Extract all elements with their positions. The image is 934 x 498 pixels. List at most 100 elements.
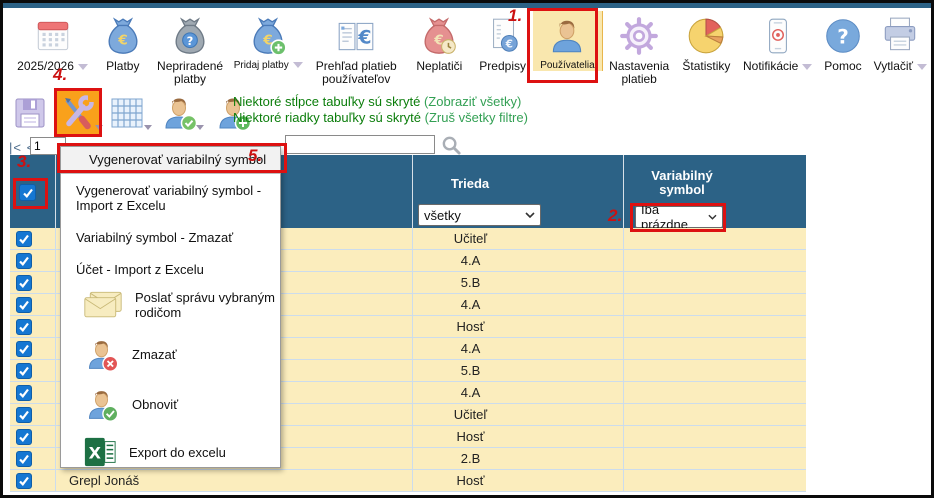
tools-menu-button[interactable] <box>57 91 99 134</box>
toolbar-item-pouzivatelia[interactable]: Používatelia <box>533 11 602 71</box>
menu-item-zmazat[interactable]: Zmazať <box>61 336 280 373</box>
first-page-button[interactable]: |< <box>9 140 22 155</box>
row-variabilny-symbol <box>623 316 806 337</box>
row-name: Grepl Jonáš <box>55 470 412 491</box>
row-trieda: 5.B <box>412 360 623 381</box>
row-trieda: Hosť <box>412 470 623 491</box>
row-checkbox[interactable] <box>16 451 32 467</box>
chevron-down-icon <box>78 64 88 70</box>
chevron-down-icon <box>917 64 927 70</box>
envelope-icon <box>83 290 123 320</box>
row-trieda: Hosť <box>412 316 623 337</box>
toolbar-item-prehlad-platieb[interactable]: € Prehľad platieb používateľov <box>308 11 405 86</box>
menu-item-poslat-spravu[interactable]: Poslať správu vybraným rodičom <box>61 290 280 320</box>
row-trieda: 5.B <box>412 272 623 293</box>
hidden-columns-text: Niektoré stĺpce tabuľky sú skryté <box>233 94 420 109</box>
toolbar-item-predpisy[interactable]: € Predpisy <box>474 11 531 73</box>
row-trieda: Učiteľ <box>412 404 623 425</box>
row-checkbox[interactable] <box>16 363 32 379</box>
menu-item-vygenerovat-vs[interactable]: Vygenerovať variabilný symbol <box>61 147 280 174</box>
select-all-checkbox[interactable] <box>19 184 36 201</box>
row-checkbox[interactable] <box>16 297 32 313</box>
column-header-variabilny-symbol[interactable]: Variabilný symbol <box>623 169 806 197</box>
person-icon <box>546 13 588 59</box>
row-checkbox[interactable] <box>16 231 32 247</box>
row-variabilny-symbol <box>623 294 806 315</box>
app-window: € 2025/2026 Platby ? <box>0 0 934 498</box>
toolbar-item-school-year[interactable]: 2025/2026 <box>11 11 94 73</box>
toolbar-item-statistiky[interactable]: Štatistiky <box>676 11 737 73</box>
moneybag-overdue-icon <box>418 13 460 59</box>
svg-text:€: € <box>358 26 372 48</box>
user-status-button[interactable] <box>158 91 200 134</box>
trieda-filter-select[interactable]: všetky <box>418 204 541 226</box>
search-input[interactable] <box>285 135 435 154</box>
row-checkbox[interactable] <box>16 407 32 423</box>
menu-item-vygenerovat-vs-import[interactable]: Vygenerovať variabilný symbol - Import z… <box>61 183 266 213</box>
row-trieda: 4.A <box>412 294 623 315</box>
row-checkbox[interactable] <box>16 319 32 335</box>
row-trieda: Hosť <box>412 426 623 447</box>
chevron-down-icon <box>196 125 204 130</box>
user-restore-icon <box>83 386 120 423</box>
table-grid-icon <box>107 93 147 133</box>
help-icon: ? <box>822 13 864 59</box>
calendar-icon <box>32 13 74 59</box>
toolbar-item-pomoc[interactable]: ? Pomoc <box>818 11 867 73</box>
printer-icon <box>879 13 921 59</box>
save-button[interactable] <box>9 91 51 134</box>
tools-dropdown-menu: Vygenerovať variabilný symbol Vygenerova… <box>60 146 281 468</box>
columns-button[interactable] <box>106 91 148 134</box>
row-checkbox[interactable] <box>16 385 32 401</box>
toolbar-item-neplatici[interactable]: Neplatiči <box>407 11 472 73</box>
chevron-down-icon <box>525 212 535 218</box>
svg-text:€: € <box>504 39 512 51</box>
chevron-down-icon <box>802 64 812 70</box>
row-variabilny-symbol <box>623 360 806 381</box>
menu-item-vs-zmazat[interactable]: Variabilný symbol - Zmazať <box>61 230 280 245</box>
document-euro-icon: € <box>482 13 524 59</box>
main-toolbar: 2025/2026 Platby ? Nepriradené platby Pr… <box>3 8 931 92</box>
row-variabilny-symbol <box>623 470 806 491</box>
show-all-columns-link[interactable]: (Zobraziť všetky) <box>424 94 521 109</box>
menu-item-export-excel[interactable]: X Export do excelu <box>61 435 280 469</box>
row-checkbox[interactable] <box>16 341 32 357</box>
moneybag-add-icon <box>247 13 289 59</box>
row-trieda: 4.A <box>412 338 623 359</box>
row-variabilny-symbol <box>623 426 806 447</box>
menu-item-obnovit[interactable]: Obnoviť <box>61 386 280 423</box>
menu-item-ucet-import[interactable]: Účet - Import z Excelu <box>61 262 280 277</box>
row-variabilny-symbol <box>623 448 806 469</box>
row-checkbox[interactable] <box>16 253 32 269</box>
row-trieda: Učiteľ <box>412 228 623 249</box>
row-checkbox[interactable] <box>16 429 32 445</box>
toolbar-item-nepriradene-platby[interactable]: ? Nepriradené platby <box>151 11 228 86</box>
toolbar-item-nastavenia-platieb[interactable]: Nastavenia platieb <box>605 11 674 86</box>
clear-filters-link[interactable]: (Zruš všetky filtre) <box>425 110 528 125</box>
variabilny-symbol-filter-select[interactable]: Iba prázdne <box>635 206 723 228</box>
svg-text:?: ? <box>187 34 194 48</box>
table-notices: Niektoré stĺpce tabuľky sú skryté (Zobra… <box>233 94 528 126</box>
moneybag-icon <box>102 13 144 59</box>
user-delete-icon <box>83 336 120 373</box>
floppy-icon <box>10 93 50 133</box>
row-variabilny-symbol <box>623 382 806 403</box>
row-trieda: 4.A <box>412 382 623 403</box>
column-header-trieda[interactable]: Trieda <box>412 177 623 191</box>
row-checkbox[interactable] <box>16 473 32 489</box>
chevron-down-icon <box>708 214 717 220</box>
table-row[interactable]: Grepl Jonáš Hosť <box>10 470 806 492</box>
svg-text:?: ? <box>837 24 849 48</box>
toolbar-item-platby[interactable]: Platby <box>96 11 149 73</box>
toolbar-item-notifikacie[interactable]: Notifikácie <box>739 11 816 73</box>
chevron-down-icon <box>293 62 303 68</box>
row-variabilny-symbol <box>623 250 806 271</box>
book-euro-icon: € <box>335 13 377 59</box>
excel-icon: X <box>83 435 117 469</box>
row-variabilny-symbol <box>623 228 806 249</box>
search-icon[interactable] <box>441 135 462 156</box>
toolbar-item-vytlacit[interactable]: Vytlačiť <box>870 11 931 73</box>
chevron-down-icon <box>144 125 152 130</box>
row-checkbox[interactable] <box>16 275 32 291</box>
toolbar-item-pridaj-platby[interactable]: Pridaj platby <box>231 11 306 71</box>
